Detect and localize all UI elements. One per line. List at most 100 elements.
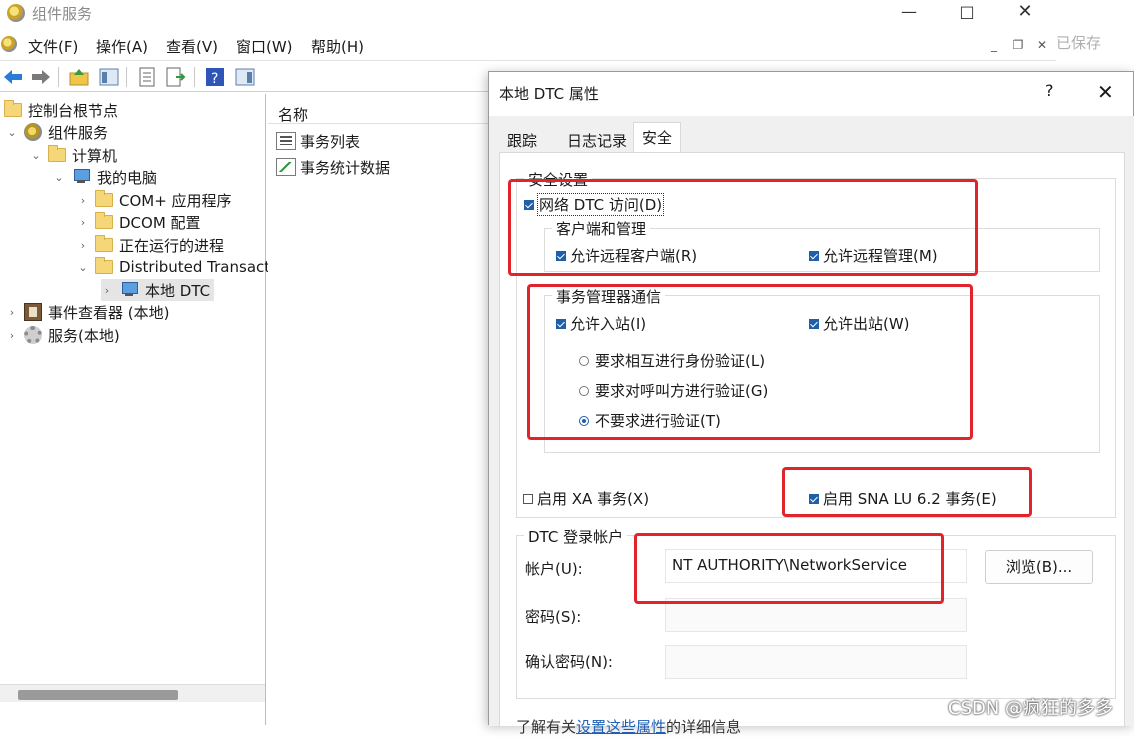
radio-unselected-icon [579, 385, 589, 396]
main-titlebar: 组件服务 — □ ✕ [0, 0, 1056, 26]
show-hide-action-pane-icon[interactable] [234, 66, 256, 88]
allow-outbound-checkbox[interactable]: 允许出站(W) [809, 313, 910, 334]
tree-horizontal-scrollbar[interactable] [0, 684, 265, 702]
forward-icon[interactable] [30, 66, 52, 88]
export-list-icon[interactable] [164, 66, 186, 88]
chevron-right-icon[interactable]: › [6, 329, 18, 342]
tree-item-local-dtc[interactable]: › 本地 DTC [101, 279, 215, 301]
no-auth-radio[interactable]: 不要求进行验证(T) [579, 410, 721, 431]
result-pane [268, 94, 490, 725]
network-dtc-access-checkbox[interactable]: 网络 DTC 访问(D) [524, 193, 665, 216]
list-item-transaction-statistics[interactable]: 事务统计数据 [276, 156, 390, 178]
computer-icon [119, 282, 139, 298]
chevron-right-icon[interactable]: › [101, 284, 113, 297]
mdi-minimize-button[interactable]: _ [984, 36, 1004, 54]
services-icon [24, 326, 42, 344]
password-label: 密码(S): [525, 608, 582, 626]
tab-tracing[interactable]: 跟踪 [499, 126, 545, 152]
dialog-close-button[interactable]: ✕ [1097, 80, 1114, 104]
tree-item-console-root[interactable]: 控制台根节点 [4, 99, 118, 121]
help-icon[interactable]: ? [204, 66, 226, 88]
tree-item-my-computer[interactable]: ⌄ 我的电脑 [53, 166, 157, 188]
folder-icon [4, 100, 22, 117]
properties-icon[interactable] [136, 66, 158, 88]
chevron-down-icon[interactable]: ⌄ [30, 149, 42, 162]
toolbar-separator [58, 67, 59, 87]
password-input[interactable] [665, 598, 967, 632]
allow-remote-admin-checkbox[interactable]: 允许远程管理(M) [809, 245, 938, 266]
chevron-right-icon[interactable]: › [77, 216, 89, 229]
scrollbar-thumb[interactable] [18, 690, 178, 700]
list-item-transaction-list[interactable]: 事务列表 [276, 130, 360, 152]
mdi-close-button[interactable]: ✕ [1032, 36, 1052, 54]
dialog-title: 本地 DTC 属性 [499, 85, 599, 103]
folder-icon [95, 190, 113, 207]
confirm-password-label: 确认密码(N): [525, 653, 613, 671]
checkbox-checked-icon [809, 318, 819, 329]
checkbox-unchecked-icon [523, 493, 533, 504]
menu-file[interactable]: 文件(F) [28, 36, 78, 57]
account-input[interactable]: NT AUTHORITY\NetworkService [665, 549, 967, 583]
allow-remote-clients-checkbox[interactable]: 允许远程客户端(R) [556, 245, 697, 266]
event-viewer-icon [24, 303, 42, 321]
console-tree: 控制台根节点 ⌄ 组件服务 ⌄ 计算机 ⌄ 我的电脑 › COM+ 应用程序 › DCOM… [0, 94, 274, 725]
enable-xa-checkbox[interactable]: 启用 XA 事务(X) [523, 488, 649, 509]
show-hide-tree-icon[interactable] [98, 66, 120, 88]
list-icon [276, 132, 296, 150]
allow-inbound-checkbox[interactable]: 允许入站(I) [556, 313, 646, 334]
column-name[interactable]: 名称 [278, 104, 308, 125]
minimize-button[interactable]: — [880, 0, 938, 26]
up-folder-icon[interactable] [68, 66, 90, 88]
chevron-right-icon[interactable]: › [77, 194, 89, 207]
radio-unselected-icon [579, 355, 589, 366]
security-settings-label: 安全设置 [524, 169, 593, 190]
tree-item-dcom-config[interactable]: › DCOM 配置 [77, 211, 201, 233]
tree-item-services[interactable]: › 服务(本地) [6, 324, 120, 346]
client-admin-label: 客户端和管理 [552, 218, 651, 239]
mutual-auth-radio[interactable]: 要求相互进行身份验证(L) [579, 350, 765, 371]
chevron-down-icon[interactable]: ⌄ [77, 261, 89, 274]
confirm-password-input[interactable] [665, 645, 967, 679]
tree-item-event-viewer[interactable]: › 事件查看器 (本地) [6, 301, 169, 323]
tree-item-running-processes[interactable]: › 正在运行的进程 [77, 234, 224, 256]
list-header[interactable]: 名称 [268, 94, 490, 124]
tree-item-computers[interactable]: ⌄ 计算机 [30, 144, 117, 166]
chevron-right-icon[interactable]: › [77, 239, 89, 252]
maximize-button[interactable]: □ [938, 0, 996, 26]
menu-window[interactable]: 窗口(W) [236, 36, 293, 57]
menu-help[interactable]: 帮助(H) [311, 36, 364, 57]
chevron-down-icon[interactable]: ⌄ [6, 126, 18, 139]
tree-item-com-apps[interactable]: › COM+ 应用程序 [77, 189, 232, 211]
footnote: 了解有关设置这些属性的详细信息 [516, 718, 742, 736]
local-dtc-properties-dialog: 本地 DTC 属性 ? ✕ 跟踪 日志记录 安全 安全设置 网络 DTC 访问(… [488, 71, 1134, 726]
folder-icon [95, 212, 113, 229]
folder-icon [95, 235, 113, 252]
menu-action[interactable]: 操作(A) [96, 36, 148, 57]
mdi-restore-button[interactable]: ❐ [1008, 36, 1028, 54]
radio-selected-icon [579, 415, 589, 426]
tree-item-component-services[interactable]: ⌄ 组件服务 [6, 121, 108, 143]
incoming-caller-auth-radio[interactable]: 要求对呼叫方进行验证(G) [579, 380, 768, 401]
chevron-down-icon[interactable]: ⌄ [53, 171, 65, 184]
account-label: 帐户(U): [525, 560, 583, 578]
tree-item-distributed-transaction[interactable]: ⌄ Distributed Transacti [77, 256, 274, 278]
toolbar-separator [126, 67, 127, 87]
browse-button[interactable]: 浏览(B)... [985, 550, 1093, 584]
checkbox-checked-icon [809, 493, 819, 504]
system-menu-icon[interactable] [1, 36, 17, 52]
enable-sna-checkbox[interactable]: 启用 SNA LU 6.2 事务(E) [809, 488, 997, 509]
computer-icon [71, 169, 91, 185]
menu-bar: 文件(F) 操作(A) 查看(V) 窗口(W) 帮助(H) [0, 32, 1056, 58]
help-button[interactable]: ? [1045, 81, 1054, 100]
tab-logging[interactable]: 日志记录 [559, 126, 635, 152]
back-icon[interactable] [2, 66, 24, 88]
menu-view[interactable]: 查看(V) [166, 36, 218, 57]
checkbox-checked-icon [556, 318, 566, 329]
help-link[interactable]: 设置这些属性 [576, 718, 666, 736]
chevron-right-icon[interactable]: › [6, 306, 18, 319]
mdi-controls: _ ❐ ✕ [982, 34, 1054, 56]
close-button[interactable]: ✕ [996, 0, 1054, 26]
tm-communication-label: 事务管理器通信 [552, 286, 666, 307]
tab-security[interactable]: 安全 [633, 122, 682, 153]
toolbar-separator [194, 67, 195, 87]
